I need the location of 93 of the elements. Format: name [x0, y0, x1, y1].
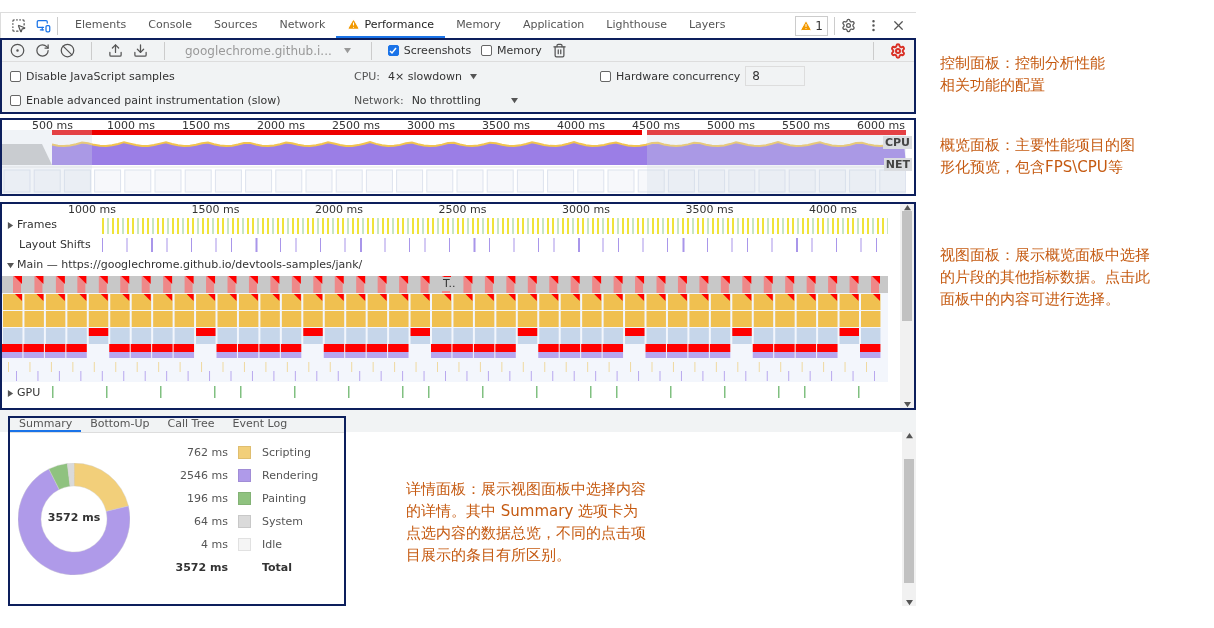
- donut-total: 3572 ms: [46, 511, 102, 524]
- expand-arrow-icon[interactable]: [7, 389, 14, 397]
- panel-tab[interactable]: Sources: [202, 13, 269, 38]
- duration-value: 64 ms: [193, 515, 228, 528]
- checkbox-label: Hardware concurrency: [616, 69, 741, 83]
- inspect-icon[interactable]: [11, 18, 26, 33]
- annotation-text: 详情面板：展示视图面板中选择内容的详情。其中 Summary 选项卡为点选内容的数据总览，不同的点击项目展示的条目有所区别。: [405, 479, 647, 566]
- checkbox[interactable]: [10, 70, 21, 82]
- panel-tab[interactable]: Console: [137, 13, 203, 38]
- time-tick: 6000 ms: [857, 120, 905, 132]
- time-tick: 5000 ms: [707, 120, 755, 132]
- time-tick: 1000 ms: [107, 120, 155, 132]
- time-tick: 3500 ms: [482, 120, 530, 132]
- panel-tab[interactable]: Elements: [64, 13, 138, 38]
- duration-value: 3572 ms: [174, 561, 228, 574]
- collapse-arrow-icon[interactable]: [7, 261, 14, 269]
- scroll-down-icon[interactable]: [905, 599, 913, 606]
- annotation-text: 视图面板：展示概览面板中选择的片段的其他指标数据。点击此面板中的内容可进行选择。: [939, 245, 1151, 310]
- time-tick: 1500 ms: [182, 120, 230, 132]
- annotation-text: 概览面板：主要性能项目的图形化预览，包含FPS\CPU等: [939, 135, 1136, 178]
- category-label: Idle: [262, 538, 284, 551]
- cpu-throttling-dropdown[interactable]: 4× slowdown: [388, 69, 462, 83]
- details-tab[interactable]: Summary: [10, 418, 82, 432]
- clear-icon[interactable]: [60, 43, 75, 58]
- checkbox[interactable]: [387, 45, 399, 56]
- time-tick: 1000 ms: [68, 204, 116, 216]
- panel-tab[interactable]: Application: [511, 13, 596, 38]
- download-icon[interactable]: [133, 43, 148, 58]
- duration-value: 4 ms: [200, 538, 228, 551]
- annotation-text: 控制面板：控制分析性能相关功能的配置: [939, 53, 1106, 96]
- duration-value: 2546 ms: [179, 469, 228, 482]
- category-label: Rendering: [262, 469, 319, 482]
- checkbox[interactable]: [10, 94, 21, 106]
- duration-value: 196 ms: [186, 492, 228, 505]
- checkbox-label: Disable JavaScript samples: [26, 69, 175, 83]
- concurrency-input[interactable]: 8: [745, 66, 806, 86]
- duration-value: 762 ms: [186, 446, 228, 459]
- time-tick: 1500 ms: [191, 204, 240, 216]
- panel-tab[interactable]: Network: [268, 13, 337, 38]
- time-tick: 4000 ms: [809, 204, 857, 216]
- scrollbar[interactable]: [900, 204, 914, 408]
- settings-icon[interactable]: [841, 18, 856, 33]
- details-tab[interactable]: Bottom-Up: [81, 418, 159, 432]
- track-label: Frames: [17, 218, 57, 232]
- details-tab[interactable]: Event Log: [223, 418, 297, 432]
- checkbox-label: Screenshots: [403, 44, 472, 57]
- trash-icon[interactable]: [551, 43, 567, 58]
- track-label: GPU: [17, 386, 41, 400]
- device-toolbar-icon[interactable]: [36, 18, 51, 33]
- checkbox-label: Memory: [497, 44, 542, 57]
- record-icon[interactable]: [10, 43, 25, 58]
- settings-icon[interactable]: [890, 42, 906, 59]
- track-label: NET: [883, 158, 912, 171]
- time-tick: 3500 ms: [685, 204, 734, 216]
- warning-icon: [800, 19, 813, 32]
- upload-icon[interactable]: [108, 43, 123, 58]
- details-tab[interactable]: Call Tree: [158, 418, 224, 432]
- expand-arrow-icon[interactable]: [7, 221, 14, 229]
- cpu-label: CPU:: [354, 69, 381, 83]
- checkbox-label: Enable advanced paint instrumentation (slow): [26, 93, 281, 107]
- time-tick: 2500 ms: [438, 204, 487, 216]
- category-label: Painting: [262, 492, 308, 505]
- close-icon[interactable]: [891, 18, 906, 33]
- scroll-down-icon[interactable]: [903, 401, 911, 408]
- time-tick: 5500 ms: [782, 120, 830, 132]
- warning-icon: [347, 18, 361, 31]
- time-tick: 2000 ms: [257, 120, 305, 132]
- time-tick: 3000 ms: [562, 204, 610, 216]
- track-label: Layout Shifts: [19, 238, 91, 252]
- scroll-up-icon[interactable]: [905, 432, 913, 439]
- checkbox[interactable]: [600, 70, 611, 82]
- category-label: Total: [262, 561, 294, 574]
- panel-tab[interactable]: Lighthouse: [595, 13, 678, 38]
- issues-badge[interactable]: 1: [795, 15, 828, 36]
- category-label: Scripting: [262, 446, 312, 459]
- time-tick: 2500 ms: [332, 120, 380, 132]
- network-throttling-dropdown[interactable]: No throttling: [411, 93, 482, 107]
- reload-icon[interactable]: [35, 43, 50, 58]
- time-tick: 2000 ms: [315, 204, 363, 216]
- network-label: Network:: [354, 93, 404, 107]
- time-tick: 500 ms: [32, 120, 73, 132]
- time-tick: 4000 ms: [557, 120, 605, 132]
- panel-tab[interactable]: Memory: [445, 13, 512, 38]
- track-label: Main — https://googlechrome.github.io/devtools-samples/jank/: [17, 258, 363, 272]
- time-tick: 4500 ms: [632, 120, 680, 132]
- time-tick: 3000 ms: [407, 120, 455, 132]
- scrollbar[interactable]: [902, 432, 916, 606]
- dropdown-caret-icon[interactable]: [511, 96, 519, 104]
- track-label: CPU: [882, 136, 912, 149]
- dropdown-caret-icon[interactable]: [470, 72, 477, 80]
- category-label: System: [262, 515, 305, 528]
- panel-tab[interactable]: Layers: [677, 13, 737, 38]
- checkbox[interactable]: [481, 45, 493, 56]
